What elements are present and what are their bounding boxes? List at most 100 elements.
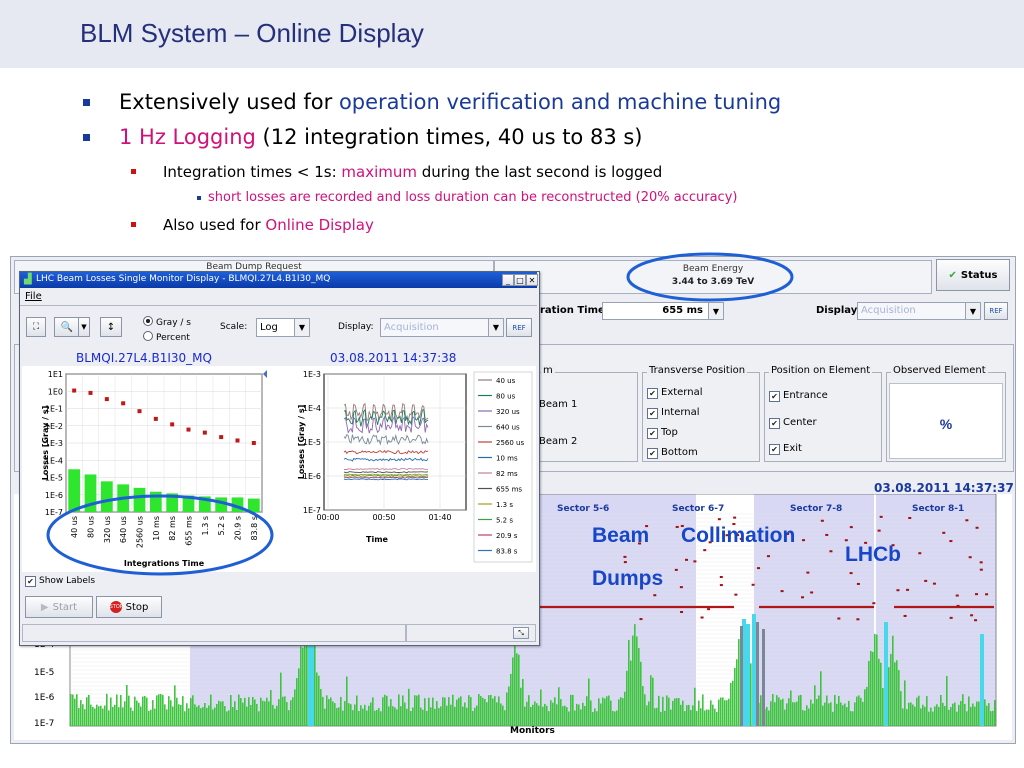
scale-value: Log — [260, 322, 278, 333]
transverse-external[interactable]: ✔ External — [647, 387, 703, 399]
y-tick-label: 1E-7 — [34, 719, 55, 729]
loss-bar — [834, 694, 836, 726]
threshold-marker — [877, 529, 881, 532]
loss-bar — [788, 698, 790, 726]
loss-bar — [412, 707, 414, 726]
loss-bar — [286, 702, 288, 726]
line-x-tick-label: 00:00 — [316, 513, 339, 522]
loss-bar — [578, 704, 580, 726]
loss-bar — [408, 688, 410, 726]
loss-bar — [280, 672, 282, 726]
status-button[interactable]: ✔ Status — [936, 259, 1010, 291]
loss-bar — [162, 694, 164, 726]
loss-bar — [594, 708, 596, 726]
beam-2-option[interactable]: Beam 2 — [539, 436, 577, 447]
integration-time-value: 655 ms — [662, 305, 703, 316]
popup-timestamp: 03.08.2011 14:37:38 — [330, 351, 457, 365]
threshold-marker — [844, 539, 848, 542]
legend-label: 20.9 s — [496, 532, 518, 540]
loss-bar — [790, 690, 792, 726]
position-group-title: Position on Element — [769, 365, 873, 376]
integration-time-select[interactable]: 655 ms ▼ — [602, 302, 724, 320]
max-marker — [186, 427, 191, 432]
transverse-top[interactable]: ✔ Top — [647, 427, 678, 439]
threshold-marker — [639, 618, 643, 621]
status-bar — [22, 624, 406, 642]
menu-file[interactable]: File — [25, 291, 42, 302]
loss-bar — [230, 695, 232, 726]
loss-bar — [582, 702, 584, 726]
threshold-marker — [719, 576, 723, 579]
radio-gray[interactable]: Gray / s — [143, 316, 191, 328]
integration-time-ellipse — [46, 494, 274, 576]
loss-bar — [522, 678, 524, 726]
popup-display-select[interactable]: Acquisition ▼ — [380, 318, 504, 337]
display-select[interactable]: Acquisition ▼ — [857, 302, 981, 320]
loss-bar — [574, 710, 576, 726]
start-button[interactable]: ▶ Start — [25, 596, 93, 618]
threshold-marker — [856, 582, 860, 585]
stop-button[interactable]: STOP Stop — [96, 596, 162, 618]
zoom-icon[interactable]: 🔍 — [54, 317, 80, 337]
loss-bar — [840, 702, 842, 726]
threshold-marker — [679, 586, 683, 589]
popup-titlebar[interactable]: ▟ LHC Beam Losses Single Monitor Display… — [20, 272, 538, 288]
minimize-icon[interactable]: _ — [502, 274, 514, 286]
radio-percent[interactable]: Percent — [143, 331, 190, 343]
loss-bar — [96, 704, 98, 726]
loss-bar — [964, 703, 966, 726]
loss-bar — [374, 710, 376, 726]
bullet-square-icon — [131, 169, 136, 174]
threshold-marker — [674, 568, 678, 571]
legend-label: 320 us — [496, 408, 520, 416]
loss-bar — [282, 696, 284, 726]
loss-bar — [134, 696, 136, 726]
observed-element-group: Observed Element % — [886, 365, 1006, 462]
loss-bar — [678, 698, 680, 726]
maximize-icon[interactable]: □ — [514, 274, 526, 286]
loss-bar — [774, 702, 776, 726]
bullet-2: 1 Hz Logging (12 integration times, 40 u… — [83, 125, 643, 149]
scale-select[interactable]: Log ▼ — [256, 318, 310, 337]
position-entrance[interactable]: ✔ Entrance — [769, 390, 828, 402]
legend-label: 640 us — [496, 424, 520, 432]
position-entrance-label: Entrance — [783, 390, 828, 401]
loss-bar — [862, 701, 864, 726]
loss-bar — [530, 706, 532, 726]
loss-bar — [100, 705, 102, 726]
loss-bar — [432, 697, 434, 726]
loss-bar — [500, 703, 502, 726]
threshold-marker — [949, 540, 953, 543]
x-axis-label: Monitors — [510, 726, 555, 736]
loss-bar — [926, 696, 928, 726]
loss-bar — [444, 697, 446, 726]
loss-bar — [702, 694, 704, 726]
position-center[interactable]: ✔ Center — [769, 417, 817, 429]
bullet-square-icon — [197, 196, 201, 200]
position-exit[interactable]: ✔ Exit — [769, 443, 802, 455]
loss-bar — [110, 697, 112, 726]
loss-bar — [216, 704, 218, 726]
loss-bar — [136, 700, 138, 726]
popup-ref-button[interactable]: REF — [506, 318, 532, 337]
loss-bar — [232, 707, 234, 726]
close-icon[interactable]: ✕ — [526, 274, 538, 286]
chevron-down-icon[interactable]: ▼ — [78, 317, 90, 337]
loss-bar — [780, 699, 782, 726]
loss-bar — [76, 694, 78, 726]
checkbox-checked-icon: ✔ — [647, 428, 658, 439]
fit-view-icon[interactable]: ⛶ — [26, 317, 46, 337]
transverse-internal[interactable]: ✔ Internal — [647, 407, 700, 419]
loss-bar — [958, 704, 960, 726]
loss-bar — [148, 710, 150, 726]
ref-button[interactable]: REF — [984, 302, 1008, 320]
resize-grip-icon[interactable]: ⤡ — [513, 627, 529, 639]
loss-bar — [272, 704, 274, 726]
popup-title: LHC Beam Losses Single Monitor Display -… — [36, 274, 331, 284]
beam-1-option[interactable]: Beam 1 — [539, 399, 577, 410]
loss-bar — [320, 689, 322, 726]
integration-time-label: ration Time: — [540, 305, 609, 316]
loss-bar — [660, 711, 662, 726]
vertical-resize-icon[interactable]: ↕ — [100, 317, 122, 337]
transverse-bottom[interactable]: ✔ Bottom — [647, 447, 698, 459]
